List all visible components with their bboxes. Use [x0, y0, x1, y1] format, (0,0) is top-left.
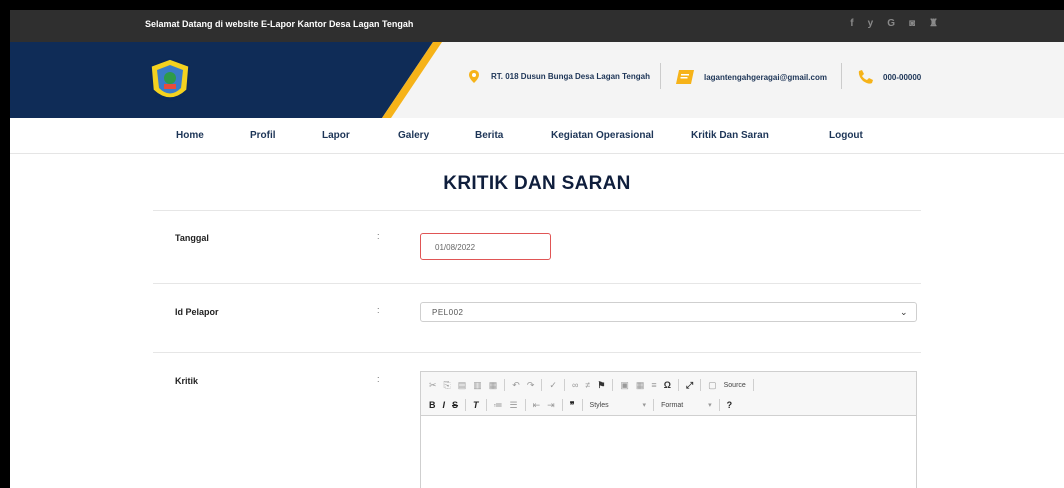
- nav-kegiatan-operasional[interactable]: Kegiatan Operasional: [551, 130, 654, 141]
- paste-word-icon[interactable]: ▦: [489, 380, 498, 391]
- colon: :: [377, 231, 380, 241]
- header-band: RT. 018 Dusun Bunga Desa Lagan Tengah la…: [10, 42, 1064, 118]
- nav-logout[interactable]: Logout: [829, 130, 863, 141]
- id-pelapor-select[interactable]: PEL002 ⌄: [420, 302, 917, 322]
- address-text: RT. 018 Dusun Bunga Desa Lagan Tengah: [491, 72, 650, 81]
- editor-toolbar: ✂ ⎘ ▤ ▥ ▦ ↶ ↷ ✓ ∞ ≠ ⚑ ▣ ▦ ≡ Ω ⤢ ▢ Source…: [421, 372, 916, 416]
- phone-contact: 000-00000: [857, 70, 921, 84]
- address-contact: RT. 018 Dusun Bunga Desa Lagan Tengah: [469, 70, 650, 83]
- facebook-icon[interactable]: f: [850, 18, 853, 29]
- format-dropdown-arrow-icon[interactable]: ▾: [708, 401, 712, 409]
- main-nav: Home Profil Lapor Galery Berita Kegiatan…: [10, 118, 1064, 154]
- nav-home[interactable]: Home: [176, 130, 204, 141]
- chevron-down-icon: ⌄: [899, 307, 908, 317]
- source-button[interactable]: Source: [724, 382, 746, 389]
- paste-icon[interactable]: ▤: [458, 380, 467, 391]
- divider: [153, 283, 921, 284]
- italic-icon[interactable]: I: [443, 400, 446, 410]
- outdent-icon[interactable]: ⇤: [533, 400, 541, 411]
- source-icon[interactable]: ▢: [708, 380, 717, 391]
- phone-icon: [858, 70, 873, 84]
- unlink-icon[interactable]: ≠: [585, 380, 590, 390]
- social-links: f y G ◙ ♜: [850, 18, 938, 29]
- strikethrough-icon[interactable]: S: [452, 400, 458, 410]
- nav-lapor[interactable]: Lapor: [322, 130, 350, 141]
- page-title: KRITIK DAN SARAN: [443, 173, 631, 194]
- styles-dropdown-arrow-icon[interactable]: ▾: [643, 401, 647, 409]
- bulleted-list-icon[interactable]: ☰: [510, 400, 518, 411]
- format-dropdown[interactable]: Format: [661, 402, 701, 409]
- spellcheck-icon[interactable]: ✓: [549, 380, 557, 391]
- indent-icon[interactable]: ⇥: [547, 400, 555, 411]
- tanggal-input[interactable]: 01/08/2022: [420, 233, 551, 260]
- help-icon[interactable]: ?: [727, 400, 733, 410]
- special-char-icon[interactable]: Ω: [664, 380, 671, 390]
- id-pelapor-value: PEL002: [432, 308, 464, 317]
- nav-berita[interactable]: Berita: [475, 130, 503, 141]
- kritik-editor-content[interactable]: [421, 416, 916, 488]
- paste-text-icon[interactable]: ▥: [473, 380, 482, 391]
- browser-page: Selamat Datang di website E-Lapor Kantor…: [10, 10, 1064, 488]
- kritik-rich-text-editor: ✂ ⎘ ▤ ▥ ▦ ↶ ↷ ✓ ∞ ≠ ⚑ ▣ ▦ ≡ Ω ⤢ ▢ Source…: [420, 371, 917, 488]
- village-logo: [150, 58, 190, 101]
- colon: :: [377, 374, 380, 384]
- anchor-icon[interactable]: ⚑: [597, 380, 605, 391]
- maximize-icon[interactable]: ⤢: [686, 380, 693, 391]
- instagram-icon[interactable]: ◙: [909, 18, 915, 29]
- kritik-label: Kritik: [175, 376, 199, 386]
- id-pelapor-label: Id Pelapor: [175, 307, 219, 317]
- blockquote-icon[interactable]: ❞: [570, 400, 575, 411]
- cut-icon[interactable]: ✂: [429, 380, 437, 391]
- divider: [153, 352, 921, 353]
- colon: :: [377, 305, 380, 315]
- phone-text[interactable]: 000-00000: [883, 73, 921, 82]
- toolbar-row-2: B I S T ≔ ☰ ⇤ ⇥ ❞ Styles ▾ Format ▾ ?: [429, 396, 908, 414]
- nav-kritik-dan-saran[interactable]: Kritik Dan Saran: [691, 130, 769, 141]
- image-icon[interactable]: ▣: [620, 380, 629, 391]
- link-icon[interactable]: ∞: [572, 380, 578, 390]
- book-icon: [676, 70, 694, 84]
- undo-icon[interactable]: ↶: [512, 380, 520, 391]
- nav-galery[interactable]: Galery: [398, 130, 429, 141]
- toolbar-row-1: ✂ ⎘ ▤ ▥ ▦ ↶ ↷ ✓ ∞ ≠ ⚑ ▣ ▦ ≡ Ω ⤢ ▢ Source: [429, 376, 908, 394]
- divider: [153, 210, 921, 211]
- tanggal-label: Tanggal: [175, 233, 209, 243]
- email-text[interactable]: lagantengahgeragai@gmail.com: [704, 73, 827, 82]
- email-contact: lagantengahgeragai@gmail.com: [676, 70, 827, 84]
- top-bar: Selamat Datang di website E-Lapor Kantor…: [10, 10, 1064, 42]
- styles-dropdown[interactable]: Styles: [590, 402, 636, 409]
- twitter-icon[interactable]: y: [868, 18, 874, 29]
- location-pin-icon: [469, 70, 479, 83]
- table-icon[interactable]: ▦: [636, 380, 645, 391]
- google-icon[interactable]: G: [887, 18, 895, 29]
- welcome-text: Selamat Datang di website E-Lapor Kantor…: [145, 19, 414, 29]
- numbered-list-icon[interactable]: ≔: [494, 400, 503, 411]
- redo-icon[interactable]: ↷: [527, 380, 535, 391]
- horizontal-line-icon[interactable]: ≡: [651, 380, 656, 390]
- nav-profil[interactable]: Profil: [250, 130, 276, 141]
- copy-icon[interactable]: ⎘: [444, 380, 451, 391]
- youtube-icon[interactable]: ♜: [929, 18, 938, 29]
- remove-format-icon[interactable]: T: [473, 400, 479, 410]
- bold-icon[interactable]: B: [429, 400, 436, 410]
